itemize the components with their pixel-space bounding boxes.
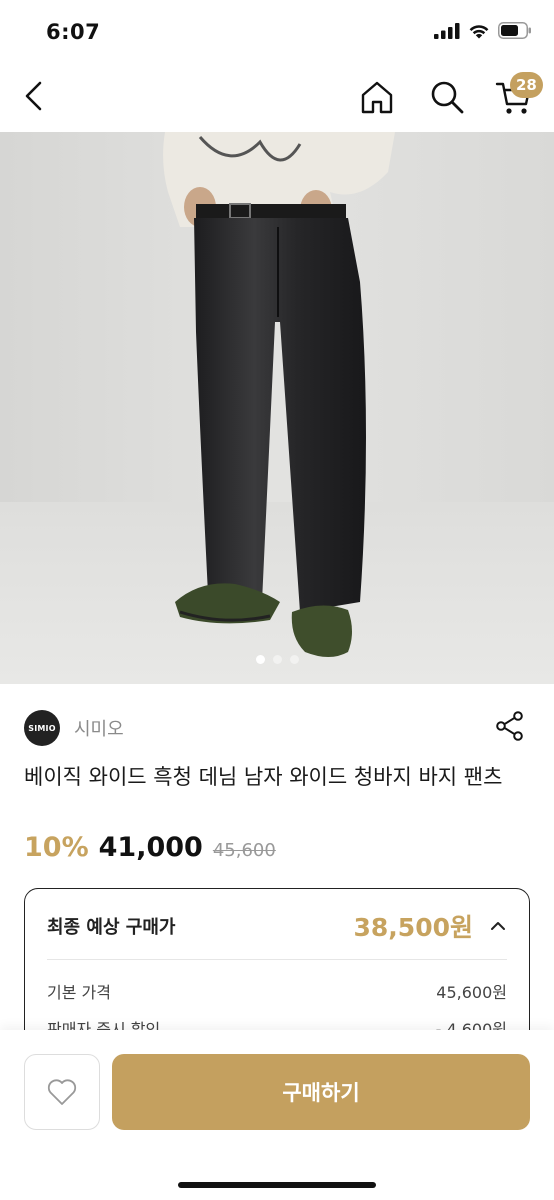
wifi-icon: [469, 24, 489, 38]
brand-name[interactable]: 시미오: [74, 715, 124, 741]
bottom-action-bar: 구매하기: [0, 1030, 554, 1200]
detail-label: 기본 가격: [47, 983, 111, 1002]
status-icons: [434, 22, 532, 39]
home-icon[interactable]: [358, 78, 396, 116]
share-icon[interactable]: [494, 710, 526, 742]
final-price-header[interactable]: 최종 예상 구매가 38,500원: [47, 911, 507, 942]
divider: [47, 959, 507, 960]
product-image[interactable]: [0, 132, 554, 684]
wishlist-button[interactable]: [24, 1054, 100, 1130]
brand-logo[interactable]: SIMIO: [24, 710, 60, 746]
image-pagination: [0, 655, 554, 664]
product-photo: [0, 132, 554, 684]
product-title: 베이직 와이드 흑청 데님 남자 와이드 청바지 바지 팬츠: [24, 765, 503, 789]
status-time: 6:07: [46, 20, 101, 44]
signal-icon: [434, 22, 460, 39]
pagination-dot[interactable]: [272, 655, 282, 664]
cart-badge: 28: [510, 72, 543, 98]
detail-row-base-price: 기본 가격 45,600원: [47, 979, 507, 1003]
heart-icon: [47, 1079, 77, 1105]
battery-icon: [498, 22, 531, 39]
pagination-dot[interactable]: [255, 655, 265, 664]
nav-bar: [0, 62, 554, 132]
original-price: 45,600: [212, 840, 276, 861]
status-bar: 6:07: [0, 0, 554, 62]
sale-price: 41,000: [98, 832, 203, 863]
pagination-dot[interactable]: [289, 655, 299, 664]
back-button[interactable]: [16, 76, 52, 116]
final-price-value: 38,500원: [353, 913, 473, 942]
search-icon[interactable]: [428, 78, 466, 116]
buy-button[interactable]: 구매하기: [112, 1054, 530, 1130]
detail-value: 45,600원: [436, 983, 507, 1002]
back-chevron-icon: [25, 81, 42, 111]
brand-row: SIMIO 시미오: [24, 708, 530, 748]
chevron-up-icon[interactable]: [489, 917, 507, 935]
final-price-label: 최종 예상 구매가: [47, 917, 176, 938]
price-row: 10% 41,000 45,600: [24, 832, 276, 863]
home-indicator: [178, 1182, 376, 1188]
discount-rate: 10%: [24, 832, 89, 863]
